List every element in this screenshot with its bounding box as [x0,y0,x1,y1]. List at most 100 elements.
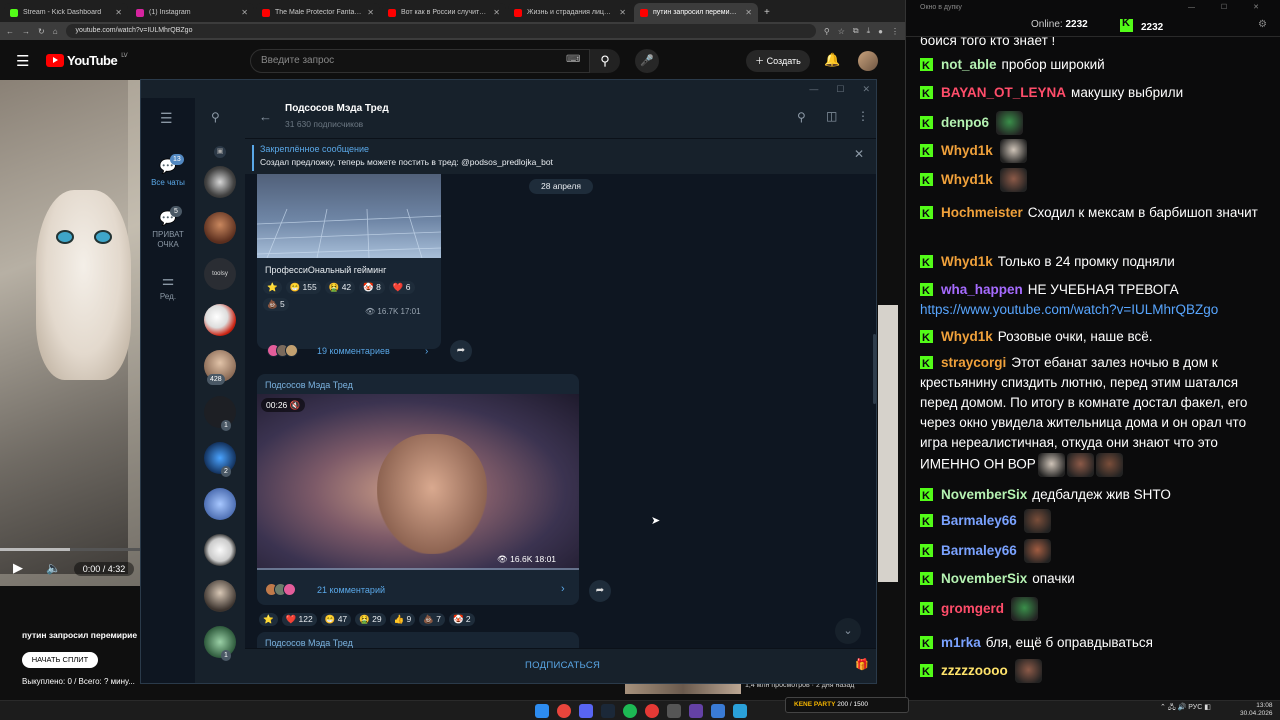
extensions-icon[interactable]: ⧉ [853,26,859,36]
app-icon[interactable] [711,704,725,718]
post-3[interactable]: Подсосов Мэда Тред [257,632,579,648]
chat-username[interactable]: Whyd1k [941,172,993,187]
reaction-chip[interactable]: ⭐ [263,281,282,294]
chat-avatar[interactable] [204,212,236,244]
download-icon[interactable]: ⤓ [867,26,871,36]
reaction-chip[interactable]: 🤮 29 [355,613,386,626]
related-thumbnail[interactable] [625,683,741,694]
chat-username[interactable]: zzzzzoooo [941,663,1008,678]
window-controls[interactable]: — ☐ ✕ [1188,3,1271,11]
sidebar-toggle-icon[interactable]: ◫ [826,109,837,123]
tab-close-icon[interactable]: ✕ [115,8,122,17]
chat-username[interactable]: Whyd1k [941,254,993,269]
chat-avatar[interactable] [204,396,236,428]
profile-icon[interactable]: ● [878,27,883,36]
pinned-message[interactable]: Закреплённое сообщение Создал предложку,… [245,138,876,174]
back-arrow-icon[interactable]: ← [6,27,14,36]
steam-icon[interactable] [601,704,615,718]
chat-username[interactable]: gromgerd [941,601,1004,616]
chrome-icon[interactable] [557,704,571,718]
post-2[interactable]: Подсосов Мэда Тред 00:26 🔇 👁 16.6K 18:01… [257,374,579,605]
spotify-icon[interactable] [623,704,637,718]
reaction-chip[interactable]: ❤️ 122 [281,613,317,626]
telegram-menu-icon[interactable]: ☰ [160,110,173,127]
chat-username[interactable]: m1rka [941,635,981,650]
browser-tab[interactable]: Stream - Kick Dashboard ✕ [4,3,128,22]
reaction-chip[interactable]: 😁 155 [285,281,321,294]
post-2-video[interactable]: 00:26 🔇 👁 16.6K 18:01 [257,394,579,570]
app-icon[interactable] [667,704,681,718]
chat-username[interactable]: NovemberSix [941,487,1027,502]
browser-tab[interactable]: (1) Instagram ✕ [130,3,254,22]
chat-username[interactable]: NovemberSix [941,571,1027,586]
youtube-logo[interactable]: YouTube LV [46,53,128,68]
reaction-chip[interactable]: ⭐ [259,613,278,626]
clock[interactable]: 13:08 30.04.2026 [1240,702,1273,718]
share-button[interactable]: ➦ [450,340,472,362]
hamburger-menu-icon[interactable]: ☰ [16,52,29,70]
chat-avatar[interactable] [204,488,236,520]
user-avatar[interactable] [858,51,878,71]
chat-username[interactable]: Barmaley66 [941,513,1017,528]
back-arrow-icon[interactable]: ← [259,109,272,124]
channel-search-icon[interactable]: ⚲ [797,110,806,124]
post-1-comments-link[interactable]: 19 комментариев [317,346,390,356]
obs-icon[interactable] [645,704,659,718]
video-player[interactable] [0,80,140,586]
gift-icon[interactable]: 🎁 [855,658,869,671]
reaction-chip[interactable]: 🤮 42 [324,281,356,294]
youtube-search-input[interactable]: Введите запрос [250,49,590,73]
chat-username[interactable]: BAYAN_OT_LEYNA [941,85,1066,100]
keyboard-icon[interactable]: ⌨ [566,54,580,65]
start-split-button[interactable]: НАЧАТЬ СПЛИТ [22,652,98,668]
chat-avatar[interactable] [204,166,236,198]
maximize-icon[interactable]: ☐ [836,80,844,98]
reaction-chip[interactable]: 💩 7 [419,613,445,626]
play-button[interactable]: ▶ [13,560,31,578]
chat-avatar[interactable] [204,442,236,474]
create-button[interactable]: ＋ Создать [746,50,810,72]
notifications-bell-icon[interactable]: 🔔 [824,52,840,68]
telegram-icon[interactable] [733,704,747,718]
browser-tab[interactable]: The Male Protector Fantasy | ✕ [256,3,380,22]
more-options-icon[interactable]: ⋮ [857,109,869,123]
chat-avatar[interactable] [204,580,236,612]
tab-close-icon[interactable]: ✕ [367,8,374,17]
volume-icon[interactable]: 🔈 [46,561,61,575]
chat-username[interactable]: not_able [941,57,997,72]
folder-private[interactable]: 💬 5 ПРИВАТ ОЧКА [141,206,195,250]
language-indicator[interactable]: РУС [1188,704,1202,711]
discord-icon[interactable] [579,704,593,718]
chat-username[interactable]: wha_happen [941,282,1023,297]
gear-icon[interactable]: ⚙ [1258,19,1267,30]
reaction-chip[interactable]: 🤡 8 [359,281,385,294]
home-icon[interactable]: ⌂ [53,27,58,36]
close-window-icon[interactable]: ✕ [862,80,870,98]
post-1-image[interactable] [257,174,441,258]
scroll-down-button[interactable]: ⌄ [835,618,861,644]
archive-icon[interactable]: ▣ [214,146,226,158]
reaction-chip[interactable]: 😁 47 [320,613,352,626]
notification-icon[interactable]: ◧ [1204,704,1211,711]
browser-tab[interactable]: Вот как в России случится де ✕ [382,3,506,22]
speaker-icon[interactable]: 🔊 [1178,704,1187,711]
bookmark-star-icon[interactable]: ☆ [838,27,845,36]
chat-username[interactable]: Whyd1k [941,329,993,344]
forward-arrow-icon[interactable]: → [22,27,30,36]
browser-tab[interactable]: Жизнь и страдания лицемер ✕ [508,3,632,22]
reaction-chip[interactable]: 💩 5 [263,298,289,311]
browser-tab[interactable]: путин запросил перемирие ✕ [634,3,758,22]
zoom-icon[interactable]: ⚲ [824,27,830,36]
chat-username[interactable]: Whyd1k [941,143,993,158]
chat-avatar[interactable] [204,534,236,566]
subscribe-button[interactable]: ПОДПИСАТЬСЯ [525,660,600,671]
new-tab-button[interactable]: + [764,3,770,22]
chat-avatar[interactable] [204,304,236,336]
chat-username[interactable]: straycorgi [941,355,1006,370]
twitch-icon[interactable] [689,704,703,718]
tab-close-icon[interactable]: ✕ [493,8,500,17]
reaction-chip[interactable]: 🤡 2 [448,613,475,626]
tab-close-icon[interactable]: ✕ [745,8,752,17]
feed-scrollbar[interactable] [873,334,876,404]
channel-name[interactable]: Подсосов Мэда Тред [285,103,389,114]
